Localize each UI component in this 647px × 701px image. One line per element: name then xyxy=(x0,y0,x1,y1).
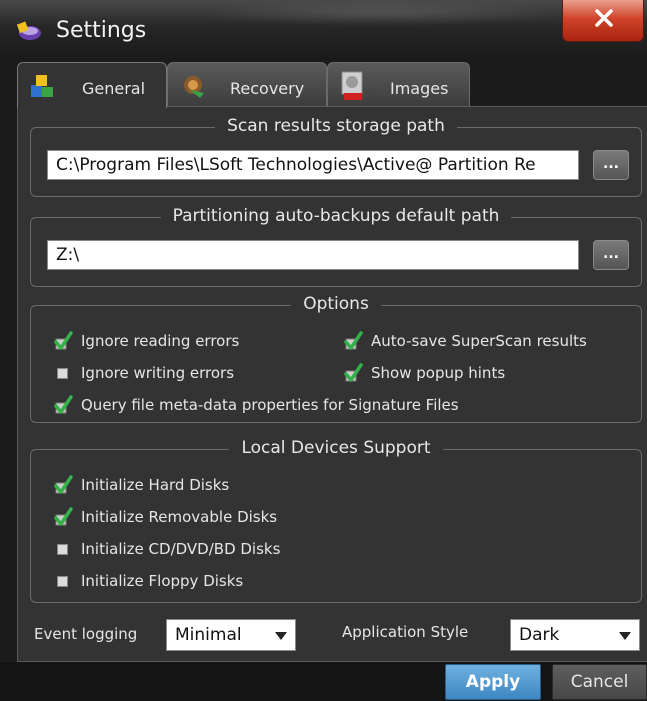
device-label: Initialize Hard Disks xyxy=(81,476,230,494)
scan-path-browse-button[interactable]: ... xyxy=(593,150,629,180)
checkmark-icon xyxy=(54,475,73,494)
checkmark-icon xyxy=(54,331,73,350)
cancel-button[interactable]: Cancel xyxy=(552,664,647,700)
event-logging-value: Minimal xyxy=(175,625,242,645)
tab-label: General xyxy=(82,79,146,98)
dialog-footer: Apply Cancel xyxy=(0,662,647,701)
close-icon xyxy=(595,9,613,27)
tab-general[interactable]: General xyxy=(17,62,167,108)
chevron-down-icon xyxy=(275,632,287,640)
devices-group: Local Devices Support Initialize Hard Di… xyxy=(30,438,642,603)
app-style-select[interactable]: Dark xyxy=(510,619,640,651)
apply-button[interactable]: Apply xyxy=(445,664,541,700)
option-label: Ignore writing errors xyxy=(81,364,235,382)
settings-panel: Scan results storage path C:\Program Fil… xyxy=(17,106,647,662)
option-label: Query file meta-data properties for Sign… xyxy=(81,396,459,414)
scan-path-input[interactable]: C:\Program Files\LSoft Technologies\Acti… xyxy=(47,150,579,180)
backup-path-input[interactable]: Z:\ xyxy=(47,240,579,270)
checkmark-icon xyxy=(54,507,73,526)
chevron-down-icon xyxy=(619,632,631,640)
checkmark-icon xyxy=(54,395,73,414)
device-label: Initialize Removable Disks xyxy=(81,508,278,526)
title-glow xyxy=(200,0,560,26)
backup-path-title: Partitioning auto-backups default path xyxy=(160,206,512,226)
app-style-value: Dark xyxy=(519,625,560,645)
scan-path-group: Scan results storage path C:\Program Fil… xyxy=(30,116,642,197)
tab-label: Recovery xyxy=(230,79,305,98)
option-label: Show popup hints xyxy=(371,364,506,382)
disk-image-icon xyxy=(341,71,363,100)
options-group: Options Ignore reading errors Auto-save … xyxy=(30,294,642,423)
event-logging-label: Event logging xyxy=(34,625,138,643)
window-title: Settings xyxy=(56,18,147,43)
tab-recovery[interactable]: Recovery xyxy=(167,62,327,106)
devices-title: Local Devices Support xyxy=(229,438,443,458)
unchecked-box-icon xyxy=(57,576,68,587)
device-label: Initialize Floppy Disks xyxy=(81,572,244,590)
unchecked-box-icon xyxy=(57,368,68,379)
backup-path-browse-button[interactable]: ... xyxy=(593,240,629,270)
title-bar: Settings xyxy=(0,0,647,60)
option-label: Auto-save SuperScan results xyxy=(371,332,587,350)
checkmark-icon xyxy=(344,331,363,350)
device-label: Initialize CD/DVD/BD Disks xyxy=(81,540,281,558)
recovery-icon xyxy=(184,76,204,98)
scan-path-title: Scan results storage path xyxy=(215,116,457,136)
event-logging-select[interactable]: Minimal xyxy=(166,619,296,651)
checkmark-icon xyxy=(344,363,363,382)
options-title: Options xyxy=(291,294,381,314)
unchecked-box-icon xyxy=(57,544,68,555)
tab-label: Images xyxy=(390,79,449,98)
option-label: Ignore reading errors xyxy=(81,332,240,350)
app-style-label: Application Style xyxy=(342,623,469,641)
tab-images[interactable]: Images xyxy=(327,62,470,106)
blocks-icon xyxy=(31,75,53,97)
backup-path-group: Partitioning auto-backups default path Z… xyxy=(30,206,642,287)
app-icon xyxy=(16,21,41,40)
close-button[interactable] xyxy=(562,0,644,42)
